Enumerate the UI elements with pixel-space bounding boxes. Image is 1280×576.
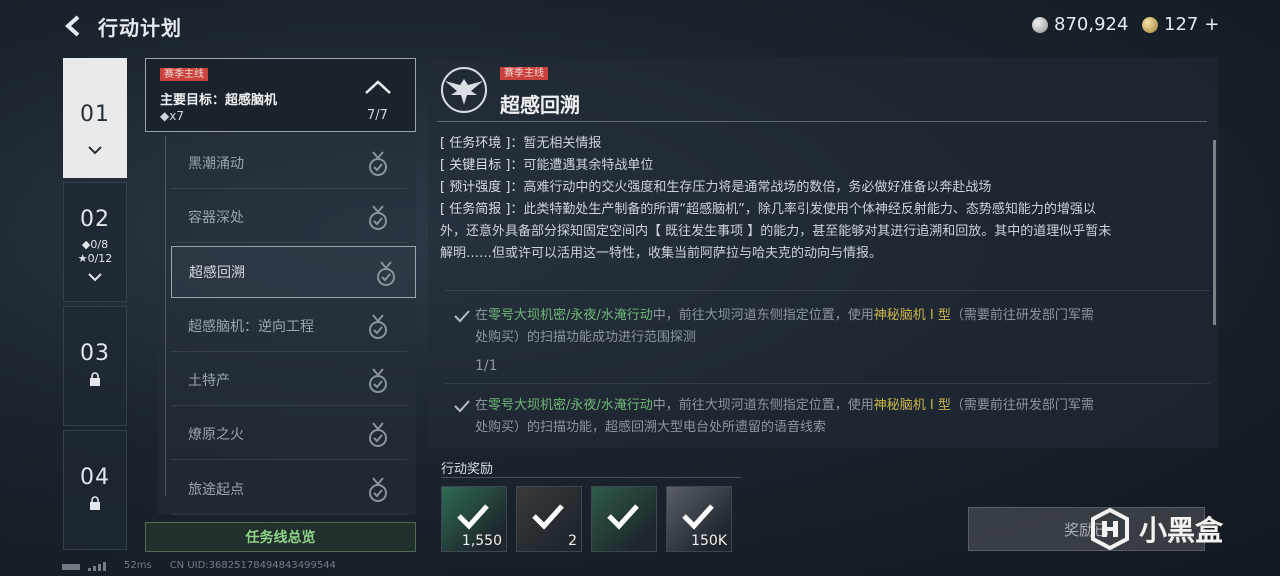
gold-amount: 127	[1164, 14, 1199, 35]
reward-item[interactable]: 150K	[666, 486, 732, 552]
user-uid: CN UID:36825178494843499544	[169, 560, 336, 571]
objective-line-2: 处购买）的扫描功能成功进行范围探测	[475, 330, 697, 345]
chevron-down-icon	[88, 146, 102, 155]
status-bar: 52ms CN UID:36825178494843499544	[62, 560, 336, 571]
rewards-title: 行动奖励	[441, 462, 494, 477]
chapter-tab-03[interactable]: 03	[63, 306, 127, 426]
page-title: 行动计划	[98, 16, 182, 40]
claimed-check-icon	[457, 504, 489, 530]
info-strength-key: [ 预计强度 ]：	[440, 180, 524, 195]
info-brief-line-2: 外，还意外具备部分探知固定空间内【 既往发生事项 】的能力，甚至能够对其进行追溯…	[440, 224, 1112, 239]
info-brief-key: [ 任务简报 ]：	[440, 202, 524, 217]
info-env-key: [ 任务环境 ]：	[440, 136, 524, 151]
completed-medal-icon	[377, 261, 395, 286]
mission-item[interactable]: 超感回溯	[171, 246, 416, 298]
check-icon	[454, 400, 470, 413]
main-quest-title: 主要目标：超感脑机	[160, 93, 278, 108]
add-gold-button[interactable]: +	[1204, 14, 1219, 35]
completed-medal-icon	[369, 314, 387, 339]
chevron-up-icon[interactable]	[364, 79, 392, 95]
chapter-star-progress: ★0/12	[77, 252, 113, 265]
completed-medal-icon	[369, 422, 387, 447]
mission-label: 黑潮涌动	[188, 155, 244, 172]
objective-line-2: 处购买）的扫描功能，超感回溯大型电台处所遗留的语音线索	[475, 420, 827, 435]
chapter-number: 03	[80, 341, 110, 366]
xiaoheihe-logo-icon	[1091, 508, 1129, 550]
info-brief-line-3: 解明……但或许可以活用这一特性，收集当前阿萨拉与哈夫克的动向与情报。	[440, 246, 883, 261]
divider	[445, 290, 1210, 291]
season-tag: 赛季主线	[500, 67, 548, 80]
check-icon	[454, 310, 470, 323]
eagle-emblem-icon	[441, 67, 487, 113]
reward-count: 2	[568, 533, 577, 549]
mission-label: 燎原之火	[188, 426, 244, 443]
gold-currency[interactable]: 127 +	[1142, 14, 1219, 35]
mission-info: [ 任务环境 ]：暂无相关情报 [ 关键目标 ]：可能遭遇其余特战单位 [ 预计…	[440, 133, 1210, 265]
objective-line-1: 在零号大坝机密/永夜/水淹行动中，前往大坝河道东侧指定位置，使用神秘脑机 I 型…	[475, 398, 1094, 413]
completed-medal-icon	[369, 151, 387, 176]
chapter-tab-02[interactable]: 02 ◆0/8 ★0/12	[63, 182, 127, 302]
silver-amount: 870,924	[1054, 14, 1129, 35]
divider	[441, 477, 741, 478]
silver-currency: 870,924	[1032, 14, 1128, 35]
mission-label: 容器深处	[188, 209, 244, 226]
watermark-text: 小黑盒	[1139, 514, 1224, 547]
signal-icon	[62, 561, 106, 571]
reward-count: 150K	[691, 533, 727, 549]
completed-medal-icon	[369, 205, 387, 230]
completed-medal-icon	[369, 368, 387, 393]
divider	[445, 383, 1210, 384]
objective-item: 在零号大坝机密/永夜/水淹行动中，前往大坝河道东侧指定位置，使用神秘脑机 I 型…	[454, 305, 1214, 377]
back-arrow-icon[interactable]	[62, 14, 84, 38]
lock-icon	[90, 496, 100, 510]
mission-label: 超感回溯	[189, 265, 245, 281]
info-target-value: 可能遭遇其余特战单位	[523, 158, 654, 173]
mission-label: 土特产	[188, 372, 230, 389]
claimed-check-icon	[532, 504, 564, 530]
scrollbar[interactable]	[1213, 140, 1216, 325]
reward-item[interactable]: 2	[516, 486, 582, 552]
chapter-number: 02	[80, 207, 110, 232]
lock-icon	[90, 372, 100, 386]
info-env-value: 暂无相关情报	[523, 136, 602, 151]
chapter-tab-04[interactable]: 04	[63, 430, 127, 550]
info-brief-line-1: 此类特勤处生产制备的所谓“超感脑机”，除几率引发使用个体神经反射能力、态势感知能…	[523, 202, 1096, 217]
chapter-tab-01[interactable]: 01	[63, 58, 127, 178]
objective-line-1: 在零号大坝机密/永夜/水淹行动中，前往大坝河道东侧指定位置，使用神秘脑机 I 型…	[475, 308, 1094, 323]
chevron-down-icon	[88, 273, 102, 282]
mission-label: 超感脑机：逆向工程	[188, 318, 314, 335]
info-target-key: [ 关键目标 ]：	[440, 158, 524, 173]
claimed-check-icon	[607, 504, 639, 530]
claimed-check-icon	[682, 504, 714, 530]
mission-title: 超感回溯	[500, 93, 580, 117]
reward-item[interactable]	[591, 486, 657, 552]
tree-line	[165, 136, 166, 496]
mission-label: 旅途起点	[188, 481, 244, 498]
main-quest-card[interactable]: 赛季主线 主要目标：超感脑机 ◆x7 7/7	[145, 58, 416, 132]
questline-overview-button[interactable]: 任务线总览	[145, 522, 416, 552]
mission-item[interactable]: 超感脑机：逆向工程	[171, 300, 407, 352]
ping-value: 52ms	[124, 560, 152, 571]
main-quest-reward: ◆x7	[160, 109, 184, 123]
main-quest-progress: 7/7	[367, 108, 388, 123]
mission-item[interactable]: 旅途起点	[171, 463, 407, 515]
chapter-diamond-progress: ◆0/8	[81, 238, 109, 251]
silver-coin-icon	[1032, 16, 1048, 33]
reward-item[interactable]: 1,550	[441, 486, 507, 552]
mission-item[interactable]: 燎原之火	[171, 408, 407, 460]
mission-item[interactable]: 黑潮涌动	[171, 137, 407, 189]
gold-coin-icon	[1142, 16, 1158, 33]
objective-progress: 1/1	[475, 358, 498, 374]
objective-item: 在零号大坝机密/永夜/水淹行动中，前往大坝河道东侧指定位置，使用神秘脑机 I 型…	[454, 395, 1214, 439]
mission-item[interactable]: 容器深处	[171, 191, 407, 243]
completed-medal-icon	[369, 477, 387, 502]
chapter-number: 04	[80, 465, 110, 490]
divider	[437, 121, 1207, 122]
info-strength-value: 高难行动中的交火强度和生存压力将是通常战场的数倍，务必做好准备以奔赴战场	[523, 180, 992, 195]
mission-item[interactable]: 土特产	[171, 354, 407, 406]
reward-count: 1,550	[461, 533, 502, 549]
season-tag: 赛季主线	[160, 68, 208, 81]
chapter-number: 01	[80, 102, 110, 127]
watermark: 小黑盒	[1089, 508, 1223, 550]
